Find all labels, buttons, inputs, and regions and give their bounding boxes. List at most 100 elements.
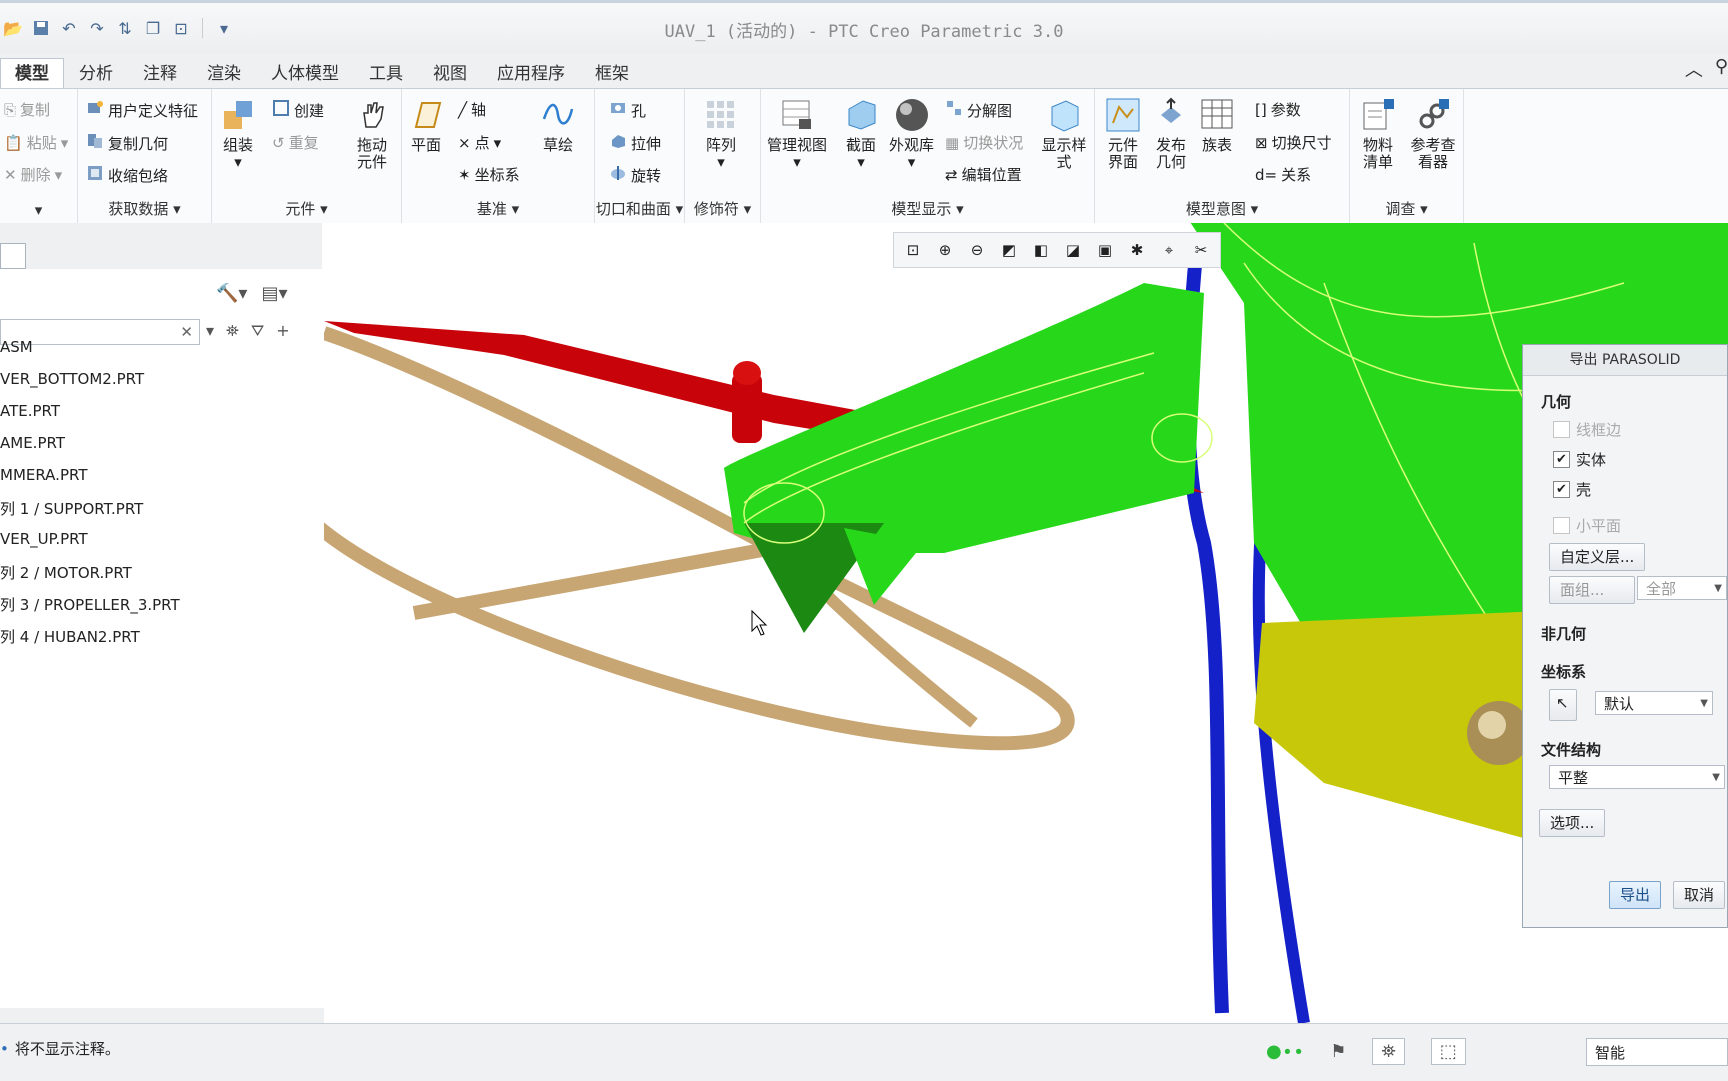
group-label-cut-surface[interactable]: 切口和曲面 ▾ — [595, 198, 684, 219]
relations-button[interactable]: d= 关系 — [1255, 164, 1311, 185]
explode-view-button[interactable]: 分解图 — [945, 99, 1012, 121]
tab-view[interactable]: 视图 — [418, 58, 482, 90]
saved-orientations-icon[interactable]: ◪ — [1058, 235, 1088, 265]
display-style-button[interactable]: 显示样式 — [1039, 97, 1089, 171]
group-label-get-data[interactable]: 获取数据 ▾ — [78, 198, 211, 219]
filter-icon[interactable]: ⛛ — [251, 321, 264, 341]
pattern-button[interactable]: 阵列 ▾ — [703, 97, 739, 171]
file-structure-select[interactable]: 平整 ▼ — [1549, 765, 1725, 789]
hole-button[interactable]: 孔 — [609, 99, 646, 121]
regeneration-status-icon[interactable]: ●∙∙ — [1266, 1041, 1304, 1062]
find-binoculars-icon[interactable]: ⛯ — [226, 321, 239, 341]
group-label-model-intent[interactable]: 模型意图 ▾ — [1095, 198, 1349, 219]
group-label-modifiers[interactable]: 修饰符 ▾ — [685, 198, 760, 219]
spin-center-icon[interactable]: ✂ — [1186, 235, 1216, 265]
search-dropdown-icon[interactable]: ▾ — [206, 321, 214, 341]
tree-item[interactable]: MMERA.PRT — [0, 466, 87, 484]
export-button[interactable]: 导出 — [1609, 881, 1662, 909]
group-label-clipboard[interactable]: ▾ — [0, 201, 77, 219]
sketch-button[interactable]: 草绘 — [540, 97, 576, 154]
tab-render[interactable]: 渲染 — [192, 58, 256, 90]
zoom-out-icon[interactable]: ⊖ — [962, 235, 992, 265]
wireframe-checkbox[interactable]: 线框边 — [1553, 419, 1621, 440]
quilts-select[interactable]: 全部 ▼ — [1637, 576, 1727, 600]
repaint-icon[interactable]: ◩ — [994, 235, 1024, 265]
tree-item[interactable]: 列 1 / SUPPORT.PRT — [0, 498, 143, 519]
tree-columns-icon[interactable]: ▤▾ — [261, 283, 287, 304]
flag-icon[interactable]: ⚑ — [1330, 1041, 1346, 1062]
find-icon[interactable]: ⛯ — [1372, 1038, 1405, 1065]
csys-button[interactable]: ✶ 坐标系 — [458, 164, 520, 185]
graphics-window[interactable] — [324, 223, 1728, 1023]
tree-item[interactable]: ASM — [0, 338, 33, 356]
tab-manikin[interactable]: 人体模型 — [256, 58, 354, 90]
tab-framework[interactable]: 框架 — [580, 58, 644, 90]
zoom-in-icon[interactable]: ⊕ — [930, 235, 960, 265]
add-icon[interactable]: + — [276, 321, 289, 341]
solid-checkbox[interactable]: ✔ 实体 — [1553, 449, 1606, 470]
refit-icon[interactable]: ⊡ — [898, 235, 928, 265]
custom-layers-button[interactable]: 自定义层... — [1549, 543, 1646, 571]
tree-item[interactable]: 列 4 / HUBAN2.PRT — [0, 626, 140, 647]
parameters-button[interactable]: [] 参数 — [1255, 99, 1301, 120]
group-label-investigate[interactable]: 调查 ▾ — [1350, 198, 1463, 219]
drone-model-render[interactable] — [324, 223, 1728, 1023]
tab-model[interactable]: 模型 — [0, 58, 64, 89]
shrinkwrap-button[interactable]: 收缩包络 — [86, 164, 168, 186]
drag-components-button[interactable]: 拖动元件 — [348, 97, 396, 171]
toggle-status-button[interactable]: ▦ 切换状况 — [945, 132, 1023, 153]
cancel-button[interactable]: 取消 — [1673, 881, 1726, 909]
options-button[interactable]: 选项... — [1539, 809, 1606, 837]
delete-button[interactable]: ✕ 删除 ▾ — [4, 164, 62, 185]
search-icon[interactable]: ⚲ — [1715, 56, 1728, 82]
group-label-datum[interactable]: 基准 ▾ — [402, 198, 594, 219]
tab-tools[interactable]: 工具 — [354, 58, 418, 90]
annotation-display-icon[interactable]: ⌖ — [1154, 235, 1184, 265]
extrude-button[interactable]: 拉伸 — [609, 132, 661, 154]
create-component-button[interactable]: 创建 — [272, 99, 324, 121]
quilts-button[interactable]: 面组... — [1549, 576, 1635, 604]
group-label-model-display[interactable]: 模型显示 ▾ — [761, 198, 1094, 219]
clear-search-icon[interactable]: ✕ — [180, 323, 193, 341]
tab-annotate[interactable]: 注释 — [128, 58, 192, 90]
tree-item[interactable]: VER_BOTTOM2.PRT — [0, 370, 144, 388]
minimize-ribbon-icon[interactable]: ︿ — [1685, 56, 1703, 82]
tree-item[interactable]: AME.PRT — [0, 434, 65, 452]
point-button[interactable]: × 点 ▾ — [458, 132, 501, 153]
assemble-button[interactable]: 组装 ▾ — [220, 97, 256, 171]
manage-views-button[interactable]: 管理视图 ▾ — [767, 97, 827, 171]
switch-dimensions-button[interactable]: ⊠ 切换尺寸 — [1255, 132, 1332, 153]
tree-settings-icon[interactable]: 🔨▾ — [216, 283, 247, 304]
edit-position-button[interactable]: ⇄ 编辑位置 — [945, 164, 1022, 185]
axis-button[interactable]: ╱ 轴 — [458, 99, 486, 120]
paste-button[interactable]: 📋 粘贴 ▾ — [4, 132, 68, 153]
model-tree-tab-icon[interactable] — [0, 243, 26, 269]
tree-item[interactable]: 列 3 / PROPELLER_3.PRT — [0, 594, 180, 615]
view-manager-icon[interactable]: ▣ — [1090, 235, 1120, 265]
tree-item[interactable]: ATE.PRT — [0, 402, 60, 420]
select-csys-button[interactable]: ↖ — [1549, 689, 1577, 721]
bom-button[interactable]: 物料清单 — [1358, 97, 1398, 171]
revolve-button[interactable]: 旋转 — [609, 164, 661, 186]
repeat-button[interactable]: ↺ 重复 — [272, 132, 319, 153]
cube-icon[interactable]: ⬚ — [1430, 1038, 1466, 1065]
shell-checkbox[interactable]: ✔ 壳 — [1553, 479, 1591, 500]
tab-analysis[interactable]: 分析 — [64, 58, 128, 90]
reference-viewer-button[interactable]: 参考查看器 — [1408, 97, 1458, 171]
display-style-view-icon[interactable]: ◧ — [1026, 235, 1056, 265]
copy-button[interactable]: ⎘ 复制 — [4, 99, 50, 120]
udf-button[interactable]: 用户定义特征 — [86, 99, 198, 121]
component-interface-button[interactable]: 元件界面 — [1103, 97, 1143, 171]
tree-item[interactable]: 列 2 / MOTOR.PRT — [0, 562, 132, 583]
copy-geometry-button[interactable]: 复制几何 — [86, 132, 168, 154]
csys-select[interactable]: 默认 ▼ — [1595, 691, 1713, 715]
datum-display-icon[interactable]: ✱ — [1122, 235, 1152, 265]
tree-item[interactable]: VER_UP.PRT — [0, 530, 88, 548]
appearance-gallery-button[interactable]: 外观库 ▾ — [889, 97, 934, 171]
family-table-button[interactable]: 族表 — [1199, 97, 1235, 154]
selection-filter-select[interactable]: 智能 — [1586, 1038, 1728, 1066]
group-label-component[interactable]: 元件 ▾ — [212, 198, 401, 219]
tab-applications[interactable]: 应用程序 — [482, 58, 580, 90]
plane-button[interactable]: 平面 — [408, 97, 444, 154]
facets-checkbox[interactable]: 小平面 — [1553, 515, 1621, 536]
